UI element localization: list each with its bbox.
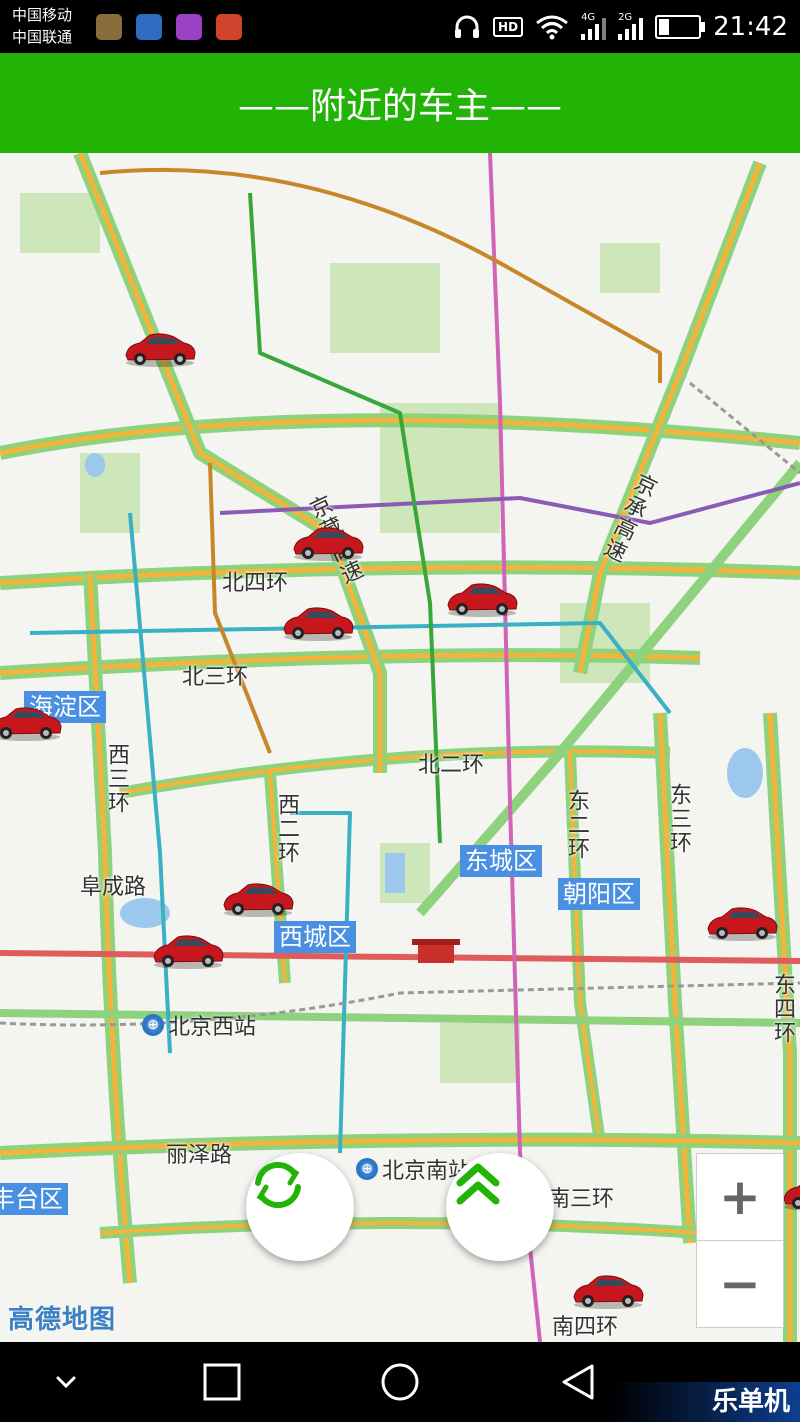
car-marker[interactable] (220, 879, 296, 919)
refresh-button[interactable] (246, 1153, 354, 1261)
hide-keyboard-icon[interactable] (46, 1362, 86, 1402)
road-label: 南四环 (552, 1315, 619, 1340)
map-view[interactable]: 海淀区 东城区 朝阳区 西城区 丰台区 北四环 北三环 北二环 京藏高速 京承高… (0, 153, 800, 1342)
double-chevron-up-icon (456, 1163, 500, 1205)
zoom-out-button[interactable]: − (696, 1240, 784, 1328)
brand-watermark: 乐单机 (610, 1382, 800, 1422)
car-marker[interactable] (444, 579, 520, 619)
road-label: 北三环 (182, 665, 249, 690)
road-label: 西三环 (104, 743, 129, 815)
rail-station-icon: ⊕ (356, 1158, 378, 1180)
carrier-1: 中国移动 (12, 6, 73, 24)
home-icon[interactable] (380, 1362, 420, 1402)
notification-icon-1 (96, 14, 122, 40)
car-marker[interactable] (704, 903, 780, 943)
road-label: 东四环 (770, 973, 795, 1045)
road-label: 北四环 (222, 571, 289, 596)
recorder-icon (216, 14, 242, 40)
district-label: 东城区 (460, 845, 542, 877)
car-marker[interactable] (0, 703, 64, 743)
carrier-info: 中国移动 中国联通 (12, 4, 72, 48)
location-icon (136, 14, 162, 40)
refresh-icon (255, 1161, 301, 1209)
car-marker[interactable] (570, 1271, 646, 1311)
district-label: 丰台区 (0, 1183, 68, 1215)
road-label: 北二环 (418, 753, 485, 778)
zoom-in-button[interactable]: + (696, 1153, 784, 1241)
road-label: 南三环 (548, 1187, 615, 1212)
signal-4g-icon: 4G (581, 12, 607, 40)
rail-station-icon: ⊕ (142, 1014, 164, 1036)
headset-icon (455, 15, 480, 38)
road-label: 丽泽路 (166, 1143, 233, 1168)
car-marker[interactable] (280, 603, 356, 643)
battery-icon (655, 14, 706, 39)
back-icon[interactable] (558, 1362, 598, 1402)
wifi-icon (536, 15, 568, 39)
district-label: 西城区 (274, 921, 356, 953)
station-label: ⊕ 北京西站 (142, 1009, 256, 1041)
expand-button[interactable] (446, 1153, 554, 1261)
clock: 21:42 (713, 11, 788, 42)
gallery-icon (176, 14, 202, 40)
status-right: HD 4G 2G 21:42 (453, 0, 788, 53)
district-label: 朝阳区 (558, 878, 640, 910)
map-watermark: 高德地图 (8, 1305, 117, 1335)
road-label: 东二环 (564, 789, 589, 861)
hd-badge: HD (493, 16, 524, 37)
page-title: ——附近的车主—— (0, 53, 800, 153)
status-bar: 中国移动 中国联通 HD 4G 2G 21:42 (0, 0, 800, 53)
road-label: 阜成路 (80, 875, 147, 900)
car-marker[interactable] (290, 523, 366, 563)
station-name: 北京西站 (168, 1015, 257, 1040)
carrier-2: 中国联通 (12, 28, 73, 46)
road-label: 东三环 (666, 783, 691, 855)
road-label: 西二环 (274, 793, 299, 865)
car-marker[interactable] (122, 329, 198, 369)
signal-2g-icon: 2G (618, 12, 644, 40)
recents-icon[interactable] (202, 1362, 242, 1402)
car-marker[interactable] (150, 931, 226, 971)
